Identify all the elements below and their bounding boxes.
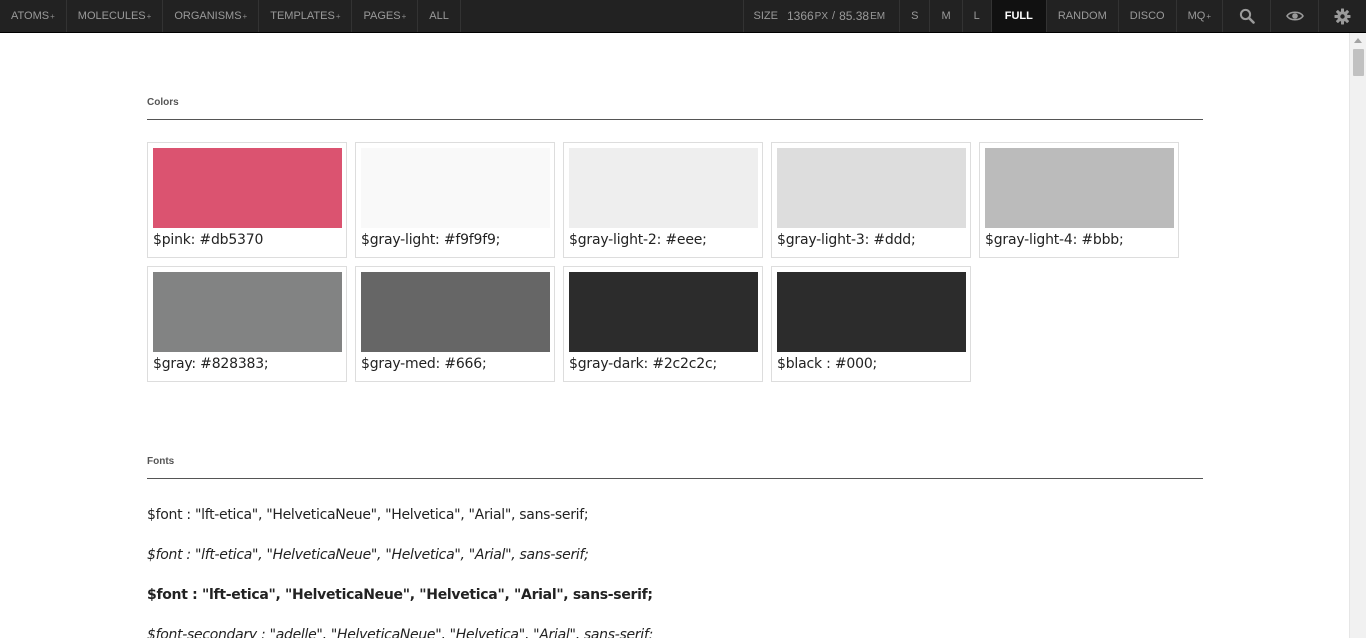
color-chip bbox=[569, 272, 758, 352]
nav-molecules[interactable]: MOLECULES + bbox=[67, 0, 164, 32]
gear-icon bbox=[1334, 8, 1351, 25]
font-sample-regular: $font : "lft-etica", "HelveticaNeue", "H… bbox=[147, 507, 589, 523]
expand-plus-icon: + bbox=[50, 11, 55, 21]
color-chip bbox=[777, 272, 966, 352]
fonts-section: Fonts $font : "lft-etica", "HelveticaNeu… bbox=[147, 456, 1203, 638]
color-swatch-caption: $gray: #828383; bbox=[153, 356, 269, 372]
color-chip bbox=[361, 148, 550, 228]
size-full-button[interactable]: FULL bbox=[990, 0, 1046, 32]
nav-templates[interactable]: TEMPLATES + bbox=[259, 0, 353, 32]
color-swatch[interactable]: $black : #000; bbox=[771, 266, 971, 382]
expand-plus-icon: + bbox=[242, 11, 248, 21]
nav-all-label: ALL bbox=[429, 10, 449, 22]
color-swatch[interactable]: $pink: #db5370 bbox=[147, 142, 347, 258]
expand-plus-icon: + bbox=[335, 11, 341, 21]
color-chip bbox=[153, 148, 342, 228]
nav-menu: ATOMS + MOLECULES + ORGANISMS + TEMPLATES + … bbox=[0, 0, 461, 32]
colors-section: Colors $pink: #db5370 $gray-light: #f9f9f… bbox=[147, 97, 1203, 390]
color-swatch[interactable]: $gray-light: #f9f9f9; bbox=[355, 142, 555, 258]
color-swatch[interactable]: $gray-light-3: #ddd; bbox=[771, 142, 971, 258]
font-list: $font : "lft-etica", "HelveticaNeue", "H… bbox=[147, 505, 1203, 638]
pattern-lab-toolbar: ATOMS + MOLECULES + ORGANISMS + TEMPLATES + … bbox=[0, 0, 1366, 33]
color-chip bbox=[153, 272, 342, 352]
scrollbar-thumb[interactable] bbox=[1353, 49, 1364, 76]
nav-atoms-label: ATOMS bbox=[11, 10, 50, 22]
color-swatch-caption: $gray-light-2: #eee; bbox=[569, 232, 707, 248]
viewport-controls: SIZE 1366 PX / 85.38 EM S M L FULL RANDO… bbox=[742, 0, 1366, 32]
colors-section-title: Colors bbox=[147, 97, 1203, 120]
color-swatch[interactable]: $gray-dark: #2c2c2c; bbox=[563, 266, 763, 382]
color-swatch-caption: $gray-dark: #2c2c2c; bbox=[569, 356, 717, 372]
color-swatch-caption: $gray-med: #666; bbox=[361, 356, 487, 372]
color-swatch-caption: $gray-light: #f9f9f9; bbox=[361, 232, 501, 248]
size-separator: / bbox=[832, 10, 836, 22]
nav-organisms[interactable]: ORGANISMS + bbox=[163, 0, 260, 32]
color-chip bbox=[777, 148, 966, 228]
font-sample-italic: $font-secondary : "adelle", "HelveticaNe… bbox=[147, 627, 653, 638]
size-px-unit: PX bbox=[814, 10, 829, 22]
nav-templates-label: TEMPLATES bbox=[270, 10, 335, 22]
size-disco-button[interactable]: DISCO bbox=[1117, 0, 1176, 32]
color-swatch-caption: $gray-light-3: #ddd; bbox=[777, 232, 916, 248]
color-swatch-caption: $pink: #db5370 bbox=[153, 232, 264, 248]
search-icon bbox=[1239, 8, 1255, 24]
expand-plus-icon: + bbox=[146, 11, 152, 21]
color-swatch[interactable]: $gray-light-4: #bbb; bbox=[979, 142, 1179, 258]
nav-pages-label: PAGES bbox=[363, 10, 401, 22]
color-swatch[interactable]: $gray-light-2: #eee; bbox=[563, 142, 763, 258]
mq-menu-button[interactable]: MQ + bbox=[1175, 0, 1222, 32]
view-button[interactable] bbox=[1270, 0, 1318, 32]
nav-all[interactable]: ALL bbox=[418, 0, 461, 32]
size-random-button[interactable]: RANDOM bbox=[1045, 0, 1118, 32]
size-label: SIZE bbox=[753, 10, 778, 22]
search-button[interactable] bbox=[1222, 0, 1270, 32]
size-em-unit: EM bbox=[870, 10, 886, 22]
color-chip bbox=[569, 148, 758, 228]
nav-organisms-label: ORGANISMS bbox=[174, 10, 242, 22]
mq-label: MQ bbox=[1187, 10, 1206, 22]
expand-plus-icon: + bbox=[1206, 11, 1211, 21]
color-swatch-caption: $black : #000; bbox=[777, 356, 878, 372]
page-scrollbar[interactable] bbox=[1349, 33, 1366, 638]
expand-plus-icon: + bbox=[401, 11, 407, 21]
color-swatch-caption: $gray-light-4: #bbb; bbox=[985, 232, 1124, 248]
font-sample-bold: $font : "lft-etica", "HelveticaNeue", "H… bbox=[147, 587, 653, 603]
color-chip bbox=[985, 148, 1174, 228]
settings-button[interactable] bbox=[1318, 0, 1366, 32]
size-small-button[interactable]: S bbox=[899, 0, 929, 32]
size-em-value[interactable]: 85.38 bbox=[839, 9, 869, 23]
size-large-button[interactable]: L bbox=[961, 0, 991, 32]
nav-molecules-label: MOLECULES bbox=[77, 10, 146, 22]
color-chip bbox=[361, 272, 550, 352]
size-readout: SIZE 1366 PX / 85.38 EM bbox=[742, 0, 900, 32]
nav-pages[interactable]: PAGES + bbox=[352, 0, 419, 32]
font-sample-italic: $font : "lft-etica", "HelveticaNeue", "H… bbox=[147, 547, 589, 563]
color-swatch[interactable]: $gray-med: #666; bbox=[355, 266, 555, 382]
color-swatch[interactable]: $gray: #828383; bbox=[147, 266, 347, 382]
nav-atoms[interactable]: ATOMS + bbox=[0, 0, 67, 32]
scroll-up-arrow-icon[interactable] bbox=[1354, 38, 1362, 43]
color-swatch-grid: $pink: #db5370 $gray-light: #f9f9f9; $gray… bbox=[147, 142, 1187, 390]
pattern-content: Colors $pink: #db5370 $gray-light: #f9f9f… bbox=[147, 33, 1203, 638]
eye-icon bbox=[1285, 10, 1304, 22]
size-px-value[interactable]: 1366 bbox=[787, 9, 814, 23]
fonts-section-title: Fonts bbox=[147, 456, 1203, 479]
size-medium-button[interactable]: M bbox=[929, 0, 961, 32]
